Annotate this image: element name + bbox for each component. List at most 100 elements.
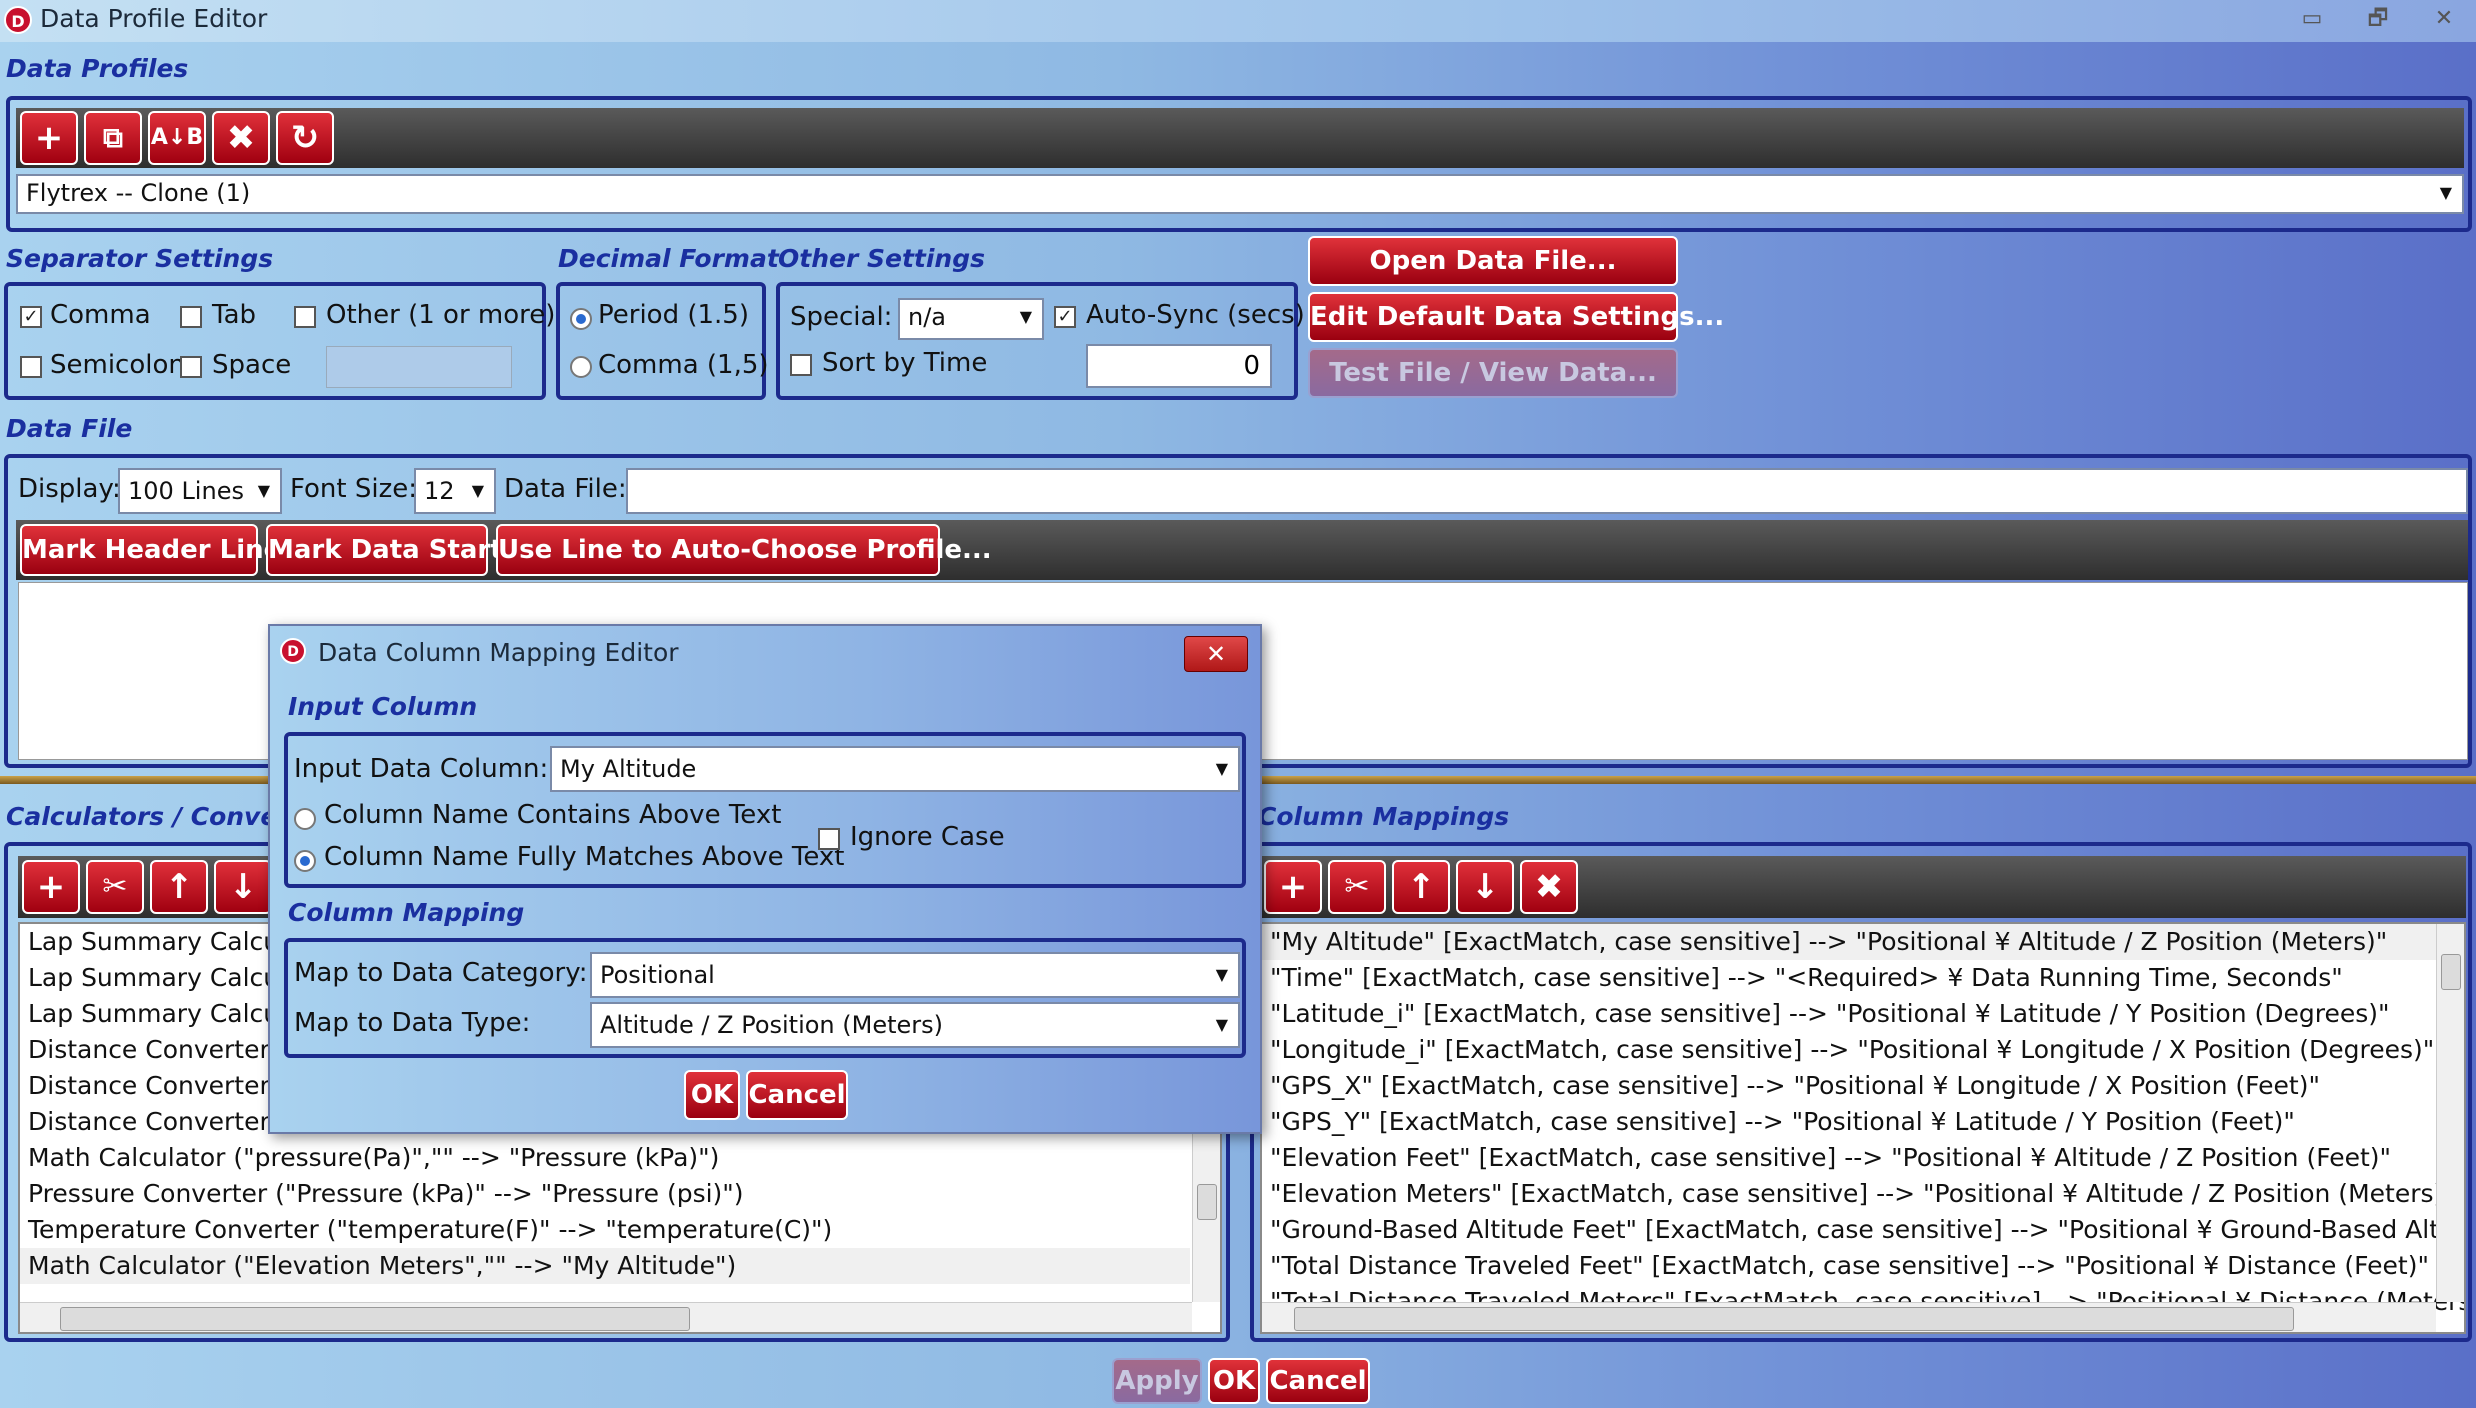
data-file-input[interactable] <box>626 468 2468 514</box>
open-data-file-button[interactable]: Open Data File... <box>1308 236 1678 286</box>
table-row[interactable]: "Ground-Based Altitude Feet" [ExactMatch… <box>1262 1212 2464 1248</box>
special-select[interactable]: n/a ▼ <box>898 298 1044 340</box>
fully-matches-label: Column Name Fully Matches Above Text <box>324 842 845 872</box>
font-size-select[interactable]: 12 ▼ <box>414 468 496 514</box>
list-item[interactable]: Pressure Converter ("Pressure (kPa)" -->… <box>20 1176 1190 1212</box>
rename-profile-button[interactable]: A↓B <box>148 111 206 165</box>
period-label: Period (1.5) <box>598 300 749 330</box>
refresh-profiles-button[interactable]: ↻ <box>276 111 334 165</box>
delete-profile-button[interactable]: ✖ <box>212 111 270 165</box>
space-checkbox[interactable] <box>180 356 202 378</box>
ok-button[interactable]: OK <box>1208 1358 1260 1404</box>
comma-decimal-label: Comma (1,5) <box>598 350 769 380</box>
mappings-toolbar: + ✂ ↑ ↓ ✖ <box>1260 856 2466 918</box>
profiles-toolbar: + ⧉ A↓B ✖ ↻ <box>16 108 2464 168</box>
apply-button[interactable]: Apply <box>1112 1358 1202 1404</box>
dialog-ok-button[interactable]: OK <box>684 1070 740 1120</box>
scroll-thumb[interactable] <box>1294 1307 2294 1331</box>
calculators-horizontal-scrollbar[interactable] <box>20 1302 1192 1332</box>
data-file-toolbar: Mark Header Line Mark Data Start Use Lin… <box>16 520 2468 580</box>
mappings-list[interactable]: "My Altitude" [ExactMatch, case sensitiv… <box>1260 922 2466 1334</box>
chevron-down-icon: ▼ <box>1215 1015 1228 1034</box>
table-row[interactable]: "Total Distance Traveled Feet" [ExactMat… <box>1262 1248 2436 1284</box>
list-item[interactable]: Temperature Converter ("temperature(F)" … <box>20 1212 1190 1248</box>
data-file-label: Data File: <box>504 474 627 504</box>
chevron-down-icon: ▼ <box>2439 183 2452 202</box>
app-logo-icon: D <box>4 6 32 34</box>
scroll-thumb[interactable] <box>2441 954 2461 990</box>
contains-text-radio[interactable] <box>294 808 316 830</box>
cancel-button[interactable]: Cancel <box>1266 1358 1370 1404</box>
clone-profile-button[interactable]: ⧉ <box>84 111 142 165</box>
tab-label: Tab <box>212 300 257 330</box>
input-column-panel: Input Data Column: My Altitude ▼ Column … <box>284 732 1246 888</box>
profile-select[interactable]: Flytrex -- Clone (1) ▼ <box>16 174 2464 214</box>
test-file-button[interactable]: Test File / View Data... <box>1308 348 1678 398</box>
move-up-calculator-button[interactable]: ↑ <box>150 860 208 914</box>
restore-icon[interactable]: 🗗 <box>2350 4 2406 36</box>
fully-matches-radio[interactable] <box>294 850 316 872</box>
input-data-column-select[interactable]: My Altitude ▼ <box>550 746 1240 792</box>
move-down-mapping-button[interactable]: ↓ <box>1456 860 1514 914</box>
add-profile-button[interactable]: + <box>20 111 78 165</box>
add-mapping-button[interactable]: + <box>1264 860 1322 914</box>
table-row[interactable]: "Latitude_i" [ExactMatch, case sensitive… <box>1262 996 2436 1032</box>
column-mapping-panel: Map to Data Category: Positional ▼ Map t… <box>284 938 1246 1058</box>
mappings-vertical-scrollbar[interactable] <box>2436 924 2464 1302</box>
table-row[interactable]: "Elevation Meters" [ExactMatch, case sen… <box>1262 1176 2455 1212</box>
mappings-rows: "My Altitude" [ExactMatch, case sensitiv… <box>1262 924 2464 1320</box>
scroll-thumb[interactable] <box>1197 1184 1217 1220</box>
separator-settings-title: Separator Settings <box>6 244 274 273</box>
table-row[interactable]: "Time" [ExactMatch, case sensitive] --> … <box>1262 960 2436 996</box>
mark-header-line-button[interactable]: Mark Header Line <box>20 524 281 576</box>
chevron-down-icon: ▼ <box>1215 965 1228 984</box>
comma-checkbox[interactable]: ✓ <box>20 306 42 328</box>
font-size-value: 12 <box>424 477 455 505</box>
other-separator-checkbox[interactable] <box>294 306 316 328</box>
dialog-cancel-button[interactable]: Cancel <box>746 1070 848 1120</box>
table-row[interactable]: "Elevation Feet" [ExactMatch, case sensi… <box>1262 1140 2436 1176</box>
semicolon-label: Semicolon <box>50 350 185 380</box>
list-item[interactable]: Math Calculator ("pressure(Pa)","" --> "… <box>20 1140 1190 1176</box>
minimize-icon[interactable]: ▭ <box>2284 4 2340 36</box>
close-icon[interactable]: ✕ <box>2416 4 2472 36</box>
edit-default-settings-button[interactable]: Edit Default Data Settings... <box>1308 292 1724 342</box>
edit-calculator-button[interactable]: ✂ <box>86 860 144 914</box>
data-profiles-panel: + ⧉ A↓B ✖ ↻ Flytrex -- Clone (1) ▼ <box>6 96 2472 232</box>
table-row[interactable]: "Longitude_i" [ExactMatch, case sensitiv… <box>1262 1032 2436 1068</box>
ignore-case-checkbox[interactable] <box>818 828 840 850</box>
auto-sync-label: Auto-Sync (secs) <box>1086 300 1305 330</box>
auto-sync-input[interactable]: 0 <box>1086 344 1272 388</box>
period-radio[interactable] <box>570 308 592 330</box>
comma-label: Comma <box>50 300 151 330</box>
semicolon-checkbox[interactable] <box>20 356 42 378</box>
mappings-horizontal-scrollbar[interactable] <box>1262 1302 2436 1332</box>
table-row[interactable]: "GPS_X" [ExactMatch, case sensitive] -->… <box>1262 1068 2436 1104</box>
sort-by-time-label: Sort by Time <box>822 348 988 378</box>
scroll-thumb[interactable] <box>60 1307 690 1331</box>
close-icon[interactable]: ✕ <box>1184 636 1248 672</box>
column-mapping-dialog: D Data Column Mapping Editor ✕ Input Col… <box>268 624 1262 1134</box>
move-up-mapping-button[interactable]: ↑ <box>1392 860 1450 914</box>
data-type-select[interactable]: Altitude / Z Position (Meters) ▼ <box>590 1002 1240 1048</box>
comma-decimal-radio[interactable] <box>570 356 592 378</box>
display-lines-select[interactable]: 100 Lines ▼ <box>118 468 282 514</box>
use-line-auto-choose-button[interactable]: Use Line to Auto-Choose Profile... <box>496 524 992 576</box>
special-label: Special: <box>790 302 893 332</box>
list-item[interactable]: Math Calculator ("Elevation Meters","" -… <box>20 1248 1190 1284</box>
space-label: Space <box>212 350 292 380</box>
move-down-calculator-button[interactable]: ↓ <box>214 860 272 914</box>
contains-text-label: Column Name Contains Above Text <box>324 800 782 830</box>
edit-mapping-button[interactable]: ✂ <box>1328 860 1386 914</box>
add-calculator-button[interactable]: + <box>22 860 80 914</box>
auto-sync-checkbox[interactable]: ✓ <box>1054 306 1076 328</box>
tab-checkbox[interactable] <box>180 306 202 328</box>
data-category-select[interactable]: Positional ▼ <box>590 952 1240 998</box>
other-separator-input[interactable] <box>326 346 512 388</box>
table-row[interactable]: "My Altitude" [ExactMatch, case sensitiv… <box>1262 924 2436 960</box>
chevron-down-icon: ▼ <box>1215 759 1228 778</box>
delete-mapping-button[interactable]: ✖ <box>1520 860 1578 914</box>
table-row[interactable]: "GPS_Y" [ExactMatch, case sensitive] -->… <box>1262 1104 2436 1140</box>
sort-by-time-checkbox[interactable] <box>790 354 812 376</box>
mark-data-start-button[interactable]: Mark Data Start <box>266 524 503 576</box>
